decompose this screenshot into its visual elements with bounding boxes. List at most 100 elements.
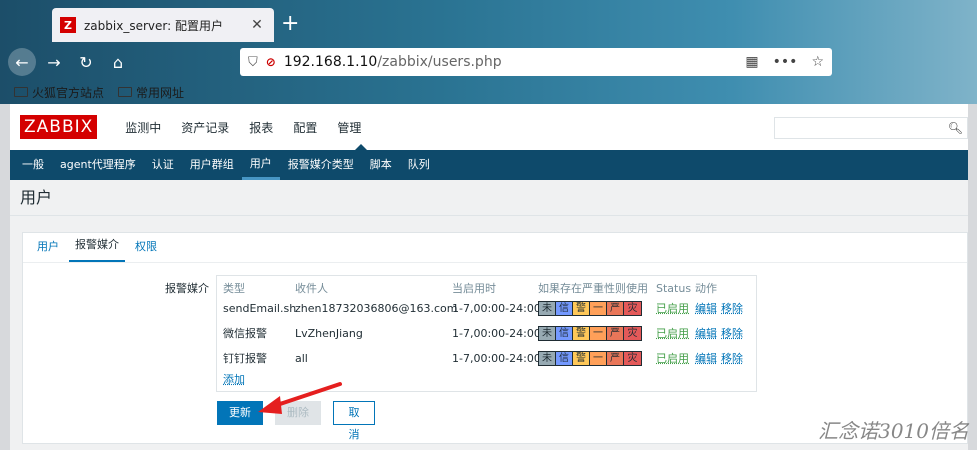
insecure-lock-icon[interactable]: ⊘ xyxy=(266,55,276,69)
severity-average: 一 xyxy=(590,326,607,340)
search-icon[interactable]: 🔍︎ xyxy=(948,121,963,135)
column-status: Status xyxy=(656,281,692,295)
menu-monitoring[interactable]: 监测中 xyxy=(115,119,171,136)
table-row: 微信报警 LvZhenJiang 1-7,00:00-24:00 未 信 警 一… xyxy=(217,321,756,345)
media-when: 1-7,00:00-24:00 xyxy=(452,351,541,365)
severity-information: 信 xyxy=(556,326,573,340)
severity-warning: 警 xyxy=(573,301,590,315)
severity-not-classified: 未 xyxy=(539,301,556,315)
severity-badges: 未 信 警 一 严 灾 xyxy=(538,350,642,366)
active-menu-caret xyxy=(355,144,367,150)
folder-icon xyxy=(118,87,133,97)
media-type: 微信报警 xyxy=(223,327,267,340)
subnav-proxies[interactable]: agent代理程序 xyxy=(52,150,144,180)
red-arrow-annotation xyxy=(258,382,342,414)
media-table: 类型 收件人 当启用时 如果存在严重性则使用 Status 动作 sendEma… xyxy=(216,275,757,392)
severity-warning: 警 xyxy=(573,326,590,340)
home-icon[interactable]: ⌂ xyxy=(104,48,132,76)
user-form: 用户 报警媒介 权限 报警媒介 类型 收件人 当启用时 如果存在严重性则使用 S… xyxy=(22,232,968,444)
severity-badges: 未 信 警 一 严 灾 xyxy=(538,325,642,341)
folder-icon xyxy=(14,87,28,97)
bookmarks-bar: 火狐官方站点 常用网址 xyxy=(14,82,184,102)
severity-disaster: 灾 xyxy=(624,301,641,315)
severity-badges: 未 信 警 一 严 灾 xyxy=(538,300,642,316)
media-type: 钉钉报警 xyxy=(223,352,267,365)
severity-high: 严 xyxy=(607,351,624,365)
qr-code-icon[interactable]: ▦ xyxy=(745,54,758,70)
subnav-queue[interactable]: 队列 xyxy=(400,150,438,180)
media-when: 1-7,00:00-24:00 xyxy=(452,301,541,315)
forward-arrow-icon[interactable]: → xyxy=(40,48,68,76)
browser-chrome: Z zabbix_server: 配置用户 ✕ + ← → ↻ ⌂ ⛉ ⊘ 19… xyxy=(0,0,977,104)
table-row: sendEmail.sh zhen18732036806@163.com 1-7… xyxy=(217,296,756,320)
severity-not-classified: 未 xyxy=(539,326,556,340)
severity-disaster: 灾 xyxy=(624,351,641,365)
zabbix-logo[interactable]: ZABBIX xyxy=(20,115,98,139)
media-when: 1-7,00:00-24:00 xyxy=(452,326,541,340)
menu-reports[interactable]: 报表 xyxy=(239,119,283,136)
tab-media[interactable]: 报警媒介 xyxy=(69,236,125,262)
status-link[interactable]: 已启用 xyxy=(656,350,689,366)
bookmark-label: 火狐官方站点 xyxy=(32,85,105,100)
subnav-authentication[interactable]: 认证 xyxy=(144,150,182,180)
subnav-media-types[interactable]: 报警媒介类型 xyxy=(280,150,362,180)
tab-user[interactable]: 用户 xyxy=(31,238,65,262)
severity-not-classified: 未 xyxy=(539,351,556,365)
navigation-bar: ← → ↻ ⌂ ⛉ ⊘ 192.168.1.10/zabbix/users.ph… xyxy=(8,46,838,78)
column-when: 当启用时 xyxy=(452,282,496,295)
bookmark-item[interactable]: 常用网址 xyxy=(118,84,184,101)
search-input[interactable]: 🔍︎ xyxy=(774,117,968,139)
status-link[interactable]: 已启用 xyxy=(656,325,689,341)
form-tabs: 用户 报警媒介 权限 xyxy=(23,233,967,263)
back-arrow-icon[interactable]: ← xyxy=(8,48,36,76)
tab-title: zabbix_server: 配置用户 xyxy=(84,18,223,33)
add-media-link[interactable]: 添加 xyxy=(223,371,245,387)
column-recipient: 收件人 xyxy=(295,282,328,295)
new-tab-icon[interactable]: + xyxy=(281,12,299,36)
bookmark-item[interactable]: 火狐官方站点 xyxy=(14,84,104,101)
subnav-scripts[interactable]: 脚本 xyxy=(362,150,400,180)
severity-average: 一 xyxy=(590,351,607,365)
browser-tab[interactable]: Z zabbix_server: 配置用户 ✕ xyxy=(52,8,274,42)
severity-disaster: 灾 xyxy=(624,326,641,340)
watermark: 汇念诺3010倍名 xyxy=(818,419,969,443)
remove-link[interactable]: 移除 xyxy=(721,300,743,316)
tab-permissions[interactable]: 权限 xyxy=(129,238,163,262)
media-recipient: all xyxy=(295,351,308,365)
column-severity: 如果存在严重性则使用 xyxy=(538,282,648,295)
media-recipient: zhen18732036806@163.com xyxy=(295,301,458,315)
menu-administration[interactable]: 管理 xyxy=(327,119,371,136)
media-type: sendEmail.sh xyxy=(223,301,297,315)
edit-link[interactable]: 编辑 xyxy=(695,325,717,341)
star-icon[interactable]: ☆ xyxy=(811,54,824,70)
severity-warning: 警 xyxy=(573,351,590,365)
address-bar[interactable]: ⛉ ⊘ 192.168.1.10/zabbix/users.php ▦ ••• … xyxy=(240,48,832,76)
remove-link[interactable]: 移除 xyxy=(721,350,743,366)
column-action: 动作 xyxy=(695,282,717,295)
menu-inventory[interactable]: 资产记录 xyxy=(171,119,239,136)
subnav-user-groups[interactable]: 用户群组 xyxy=(182,150,242,180)
main-menu: 监测中 资产记录 报表 配置 管理 xyxy=(115,119,371,136)
sub-navigation: 一般 agent代理程序 认证 用户群组 用户 报警媒介类型 脚本 队列 xyxy=(10,144,968,180)
edit-link[interactable]: 编辑 xyxy=(695,300,717,316)
status-link[interactable]: 已启用 xyxy=(656,300,689,316)
media-label: 报警媒介 xyxy=(165,282,209,295)
severity-information: 信 xyxy=(556,301,573,315)
more-icon[interactable]: ••• xyxy=(773,54,798,70)
severity-high: 严 xyxy=(607,326,624,340)
subnav-users[interactable]: 用户 xyxy=(241,150,280,180)
subnav-general[interactable]: 一般 xyxy=(14,150,52,180)
url-actions: ▦ ••• ☆ xyxy=(745,54,824,70)
reload-icon[interactable]: ↻ xyxy=(72,48,100,76)
bookmark-label: 常用网址 xyxy=(136,85,185,100)
top-header: ZABBIX 监测中 资产记录 报表 配置 管理 🔍︎ xyxy=(10,104,968,150)
shield-icon[interactable]: ⛉ xyxy=(248,55,258,70)
url-text[interactable]: 192.168.1.10/zabbix/users.php xyxy=(284,54,746,70)
zabbix-favicon-icon: Z xyxy=(60,17,76,33)
edit-link[interactable]: 编辑 xyxy=(695,350,717,366)
menu-configuration[interactable]: 配置 xyxy=(283,119,327,136)
severity-average: 一 xyxy=(590,301,607,315)
close-icon[interactable]: ✕ xyxy=(248,17,266,33)
remove-link[interactable]: 移除 xyxy=(721,325,743,341)
table-row: 钉钉报警 all 1-7,00:00-24:00 未 信 警 一 严 灾 已启用… xyxy=(217,346,756,370)
